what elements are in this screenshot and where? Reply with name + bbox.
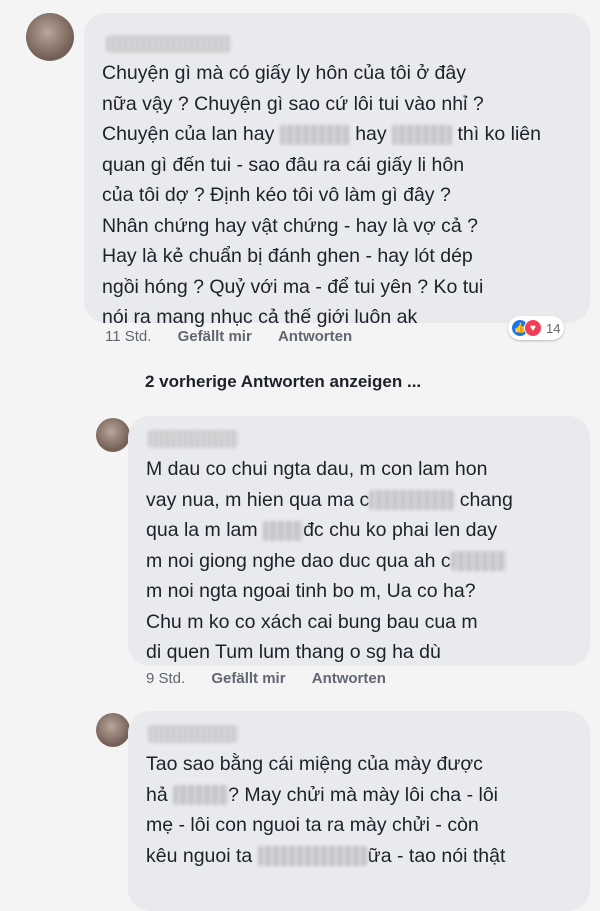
comment-line: kêu nguoi ta ữa - tao nói thật xyxy=(146,841,505,872)
author-name[interactable] xyxy=(148,430,238,448)
comment-text: Tao sao bằng cái miệng của mày được hả ? … xyxy=(146,749,505,871)
comment-text-segment: hả xyxy=(146,783,174,806)
comment-bubble: Chuyện gì mà có giấy ly hôn của tôi ở đâ… xyxy=(84,13,590,328)
comment-line: ngồi hóng ? Quỷ với ma - để tui yên ? Ko… xyxy=(102,272,541,303)
comment-text-segment: chang xyxy=(454,488,513,511)
redacted-blur xyxy=(392,124,453,145)
comment-line: Chuyện của lan hay hay thì ko liên xyxy=(102,119,541,150)
comment-text-segment: đc chu ko phai len day xyxy=(303,519,498,541)
comment-line: di quen Tum lum thang o sg ha dù xyxy=(146,637,513,668)
avatar[interactable] xyxy=(26,13,74,61)
comment-text-segment: hay xyxy=(349,123,393,145)
comment-text-segment: ngồi hóng ? Quỷ với ma - để tui yên ? Ko… xyxy=(102,275,484,298)
comment-actions: 9 Std. Gefällt mir Antworten xyxy=(146,670,408,687)
comment-bubble: M dau co chui ngta dau, m con lam hon vay… xyxy=(128,416,590,666)
comment-text-segment: của tôi dợ ? Định kéo tôi vô làm gì đây … xyxy=(102,184,451,206)
redacted-blur xyxy=(369,490,455,511)
comment-text-segment: m noi giong nghe dao duc qua ah c xyxy=(146,549,451,572)
reaction-count: 14 xyxy=(546,320,561,336)
reaction-summary[interactable]: 👍 ♥ 14 xyxy=(508,316,565,340)
redacted-blur xyxy=(257,846,368,867)
comment-line: M dau co chui ngta dau, m con lam hon xyxy=(146,454,513,485)
view-previous-replies-link[interactable]: 2 vorherige Antworten anzeigen ... xyxy=(145,372,421,392)
comment-actions: 11 Std. Gefällt mir Antworten xyxy=(105,328,374,345)
comment-time: 11 Std. xyxy=(105,328,152,345)
reply-button[interactable]: Antworten xyxy=(278,328,352,345)
author-name[interactable] xyxy=(106,35,231,53)
comment-text-segment: nói ra mang nhục cả thế giới luôn ak xyxy=(102,306,418,328)
comment-line: qua la m lam đc chu ko phai len day xyxy=(146,515,513,546)
comment-text-segment: quan gì đến tui - sao đâu ra cái giấy li… xyxy=(102,153,465,176)
comment-text-segment: nữa vậy ? Chuyện gì sao cứ lôi tui vào n… xyxy=(102,92,484,115)
comment-line: của tôi dợ ? Định kéo tôi vô làm gì đây … xyxy=(102,180,541,211)
redacted-blur xyxy=(173,785,229,806)
like-button[interactable]: Gefällt mir xyxy=(178,328,252,345)
comment-line: m noi ngta ngoai tinh bo m, Ua co ha? xyxy=(146,576,513,607)
comment-text-segment: mẹ - lôi con nguoi ta ra mày chửi - còn xyxy=(146,814,479,836)
avatar[interactable] xyxy=(96,418,130,452)
redacted-blur xyxy=(263,520,304,541)
redacted-blur xyxy=(450,551,506,572)
comment-text-segment: m noi ngta ngoai tinh bo m, Ua co ha? xyxy=(146,580,476,602)
comment-text-segment: Chuyện của lan hay xyxy=(102,123,280,145)
comment-text-segment: Nhân chứng hay vật chứng - hay là vợ cả … xyxy=(102,214,479,237)
comment-line: quan gì đến tui - sao đâu ra cái giấy li… xyxy=(102,150,541,181)
like-button[interactable]: Gefällt mir xyxy=(211,670,285,687)
comment-text-segment: Tao sao bằng cái miệng của mày được xyxy=(146,753,483,775)
comment-line: mẹ - lôi con nguoi ta ra mày chửi - còn xyxy=(146,810,505,841)
comment-text-segment: Chu m ko co xách cai bung bau cua m xyxy=(146,610,478,633)
comment-line: Tao sao bằng cái miệng của mày được xyxy=(146,749,505,780)
comment-text-segment: thì ko liên xyxy=(452,123,541,145)
comment-text-segment: ữa - tao nói thật xyxy=(367,844,506,867)
comment-line: nữa vậy ? Chuyện gì sao cứ lôi tui vào n… xyxy=(102,89,541,120)
comment-text: Chuyện gì mà có giấy ly hôn của tôi ở đâ… xyxy=(102,58,541,333)
comment-line: Nhân chứng hay vật chứng - hay là vợ cả … xyxy=(102,211,541,242)
comment-bubble: Tao sao bằng cái miệng của mày được hả ? … xyxy=(128,711,590,911)
comment-line: vay nua, m hien qua ma c chang xyxy=(146,485,513,516)
heart-icon: ♥ xyxy=(524,319,542,337)
comment-text-segment: Chuyện gì mà có giấy ly hôn của tôi ở đâ… xyxy=(102,62,466,84)
comment-line: Chu m ko co xách cai bung bau cua m xyxy=(146,607,513,638)
comment-text: M dau co chui ngta dau, m con lam hon vay… xyxy=(146,454,513,668)
comment-line: m noi giong nghe dao duc qua ah c xyxy=(146,546,513,577)
comment-line: Hay là kẻ chuẩn bị đánh ghen - hay lót d… xyxy=(102,241,541,272)
comment-text-segment: vay nua, m hien qua ma c xyxy=(146,488,370,511)
comment-text-segment: di quen Tum lum thang o sg ha dù xyxy=(146,641,441,663)
comment-text-segment: ? May chửi mà mày lôi cha - lôi xyxy=(228,783,498,806)
comment-line: hả ? May chửi mà mày lôi cha - lôi xyxy=(146,780,505,811)
comment-text-segment: qua la m lam xyxy=(146,519,264,541)
reply-button[interactable]: Antworten xyxy=(312,670,386,687)
comment-text-segment: kêu nguoi ta xyxy=(146,844,258,867)
comment-line: Chuyện gì mà có giấy ly hôn của tôi ở đâ… xyxy=(102,58,541,89)
author-name[interactable] xyxy=(148,725,238,743)
comment-text-segment: Hay là kẻ chuẩn bị đánh ghen - hay lót d… xyxy=(102,245,473,267)
comment-time: 9 Std. xyxy=(146,670,186,687)
avatar[interactable] xyxy=(96,713,130,747)
redacted-blur xyxy=(279,124,350,145)
comment-text-segment: M dau co chui ngta dau, m con lam hon xyxy=(146,458,488,480)
